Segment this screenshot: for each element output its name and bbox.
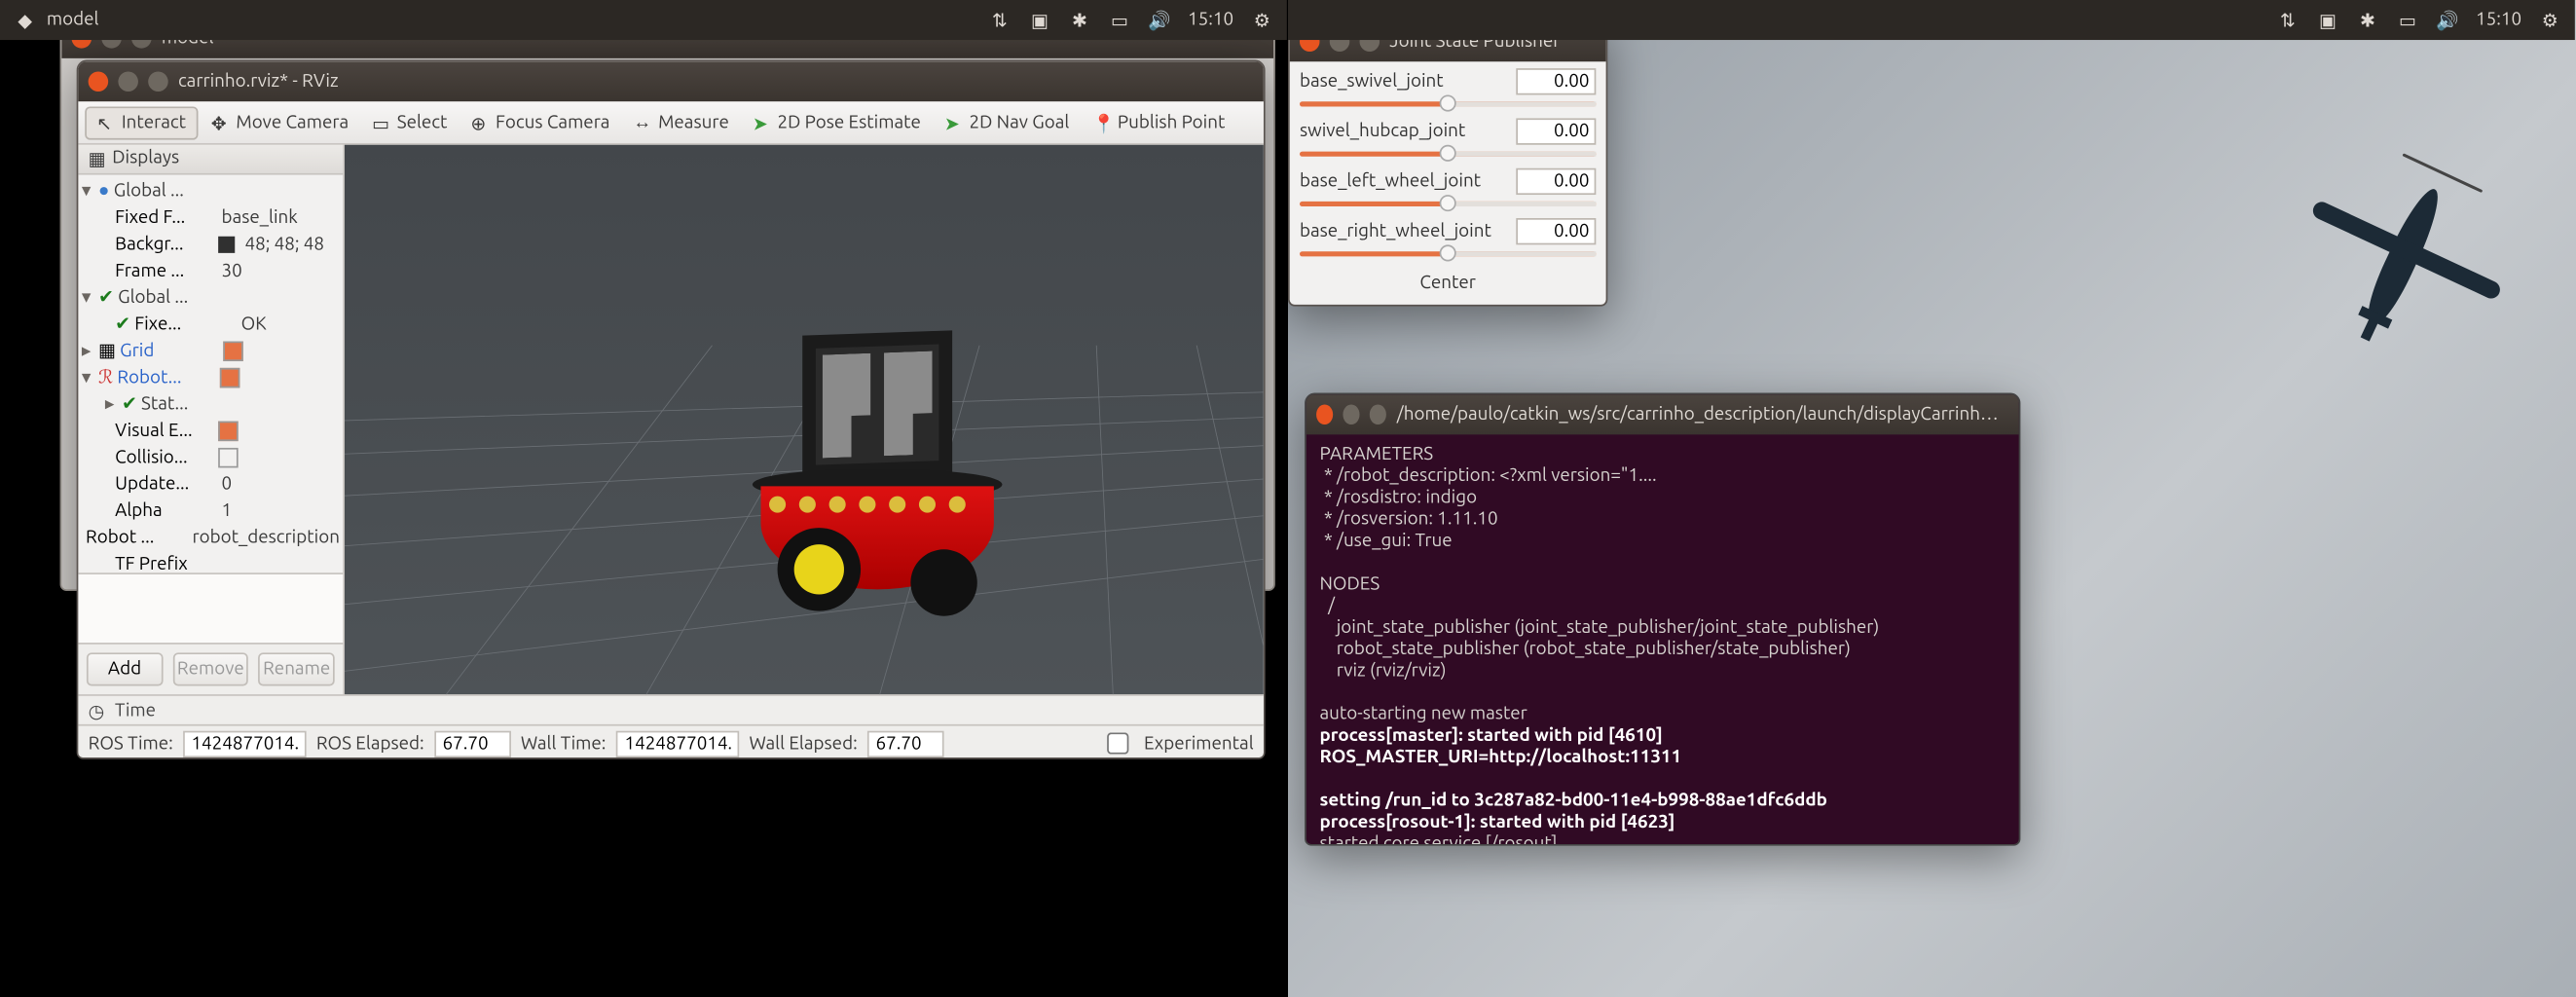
clock-icon: ◷ xyxy=(89,700,109,720)
wall-time-field[interactable] xyxy=(616,730,740,757)
network-icon[interactable]: ⇅ xyxy=(988,9,1012,32)
joint-row: swivel_hubcap_joint xyxy=(1300,118,1596,161)
volume-icon[interactable]: 🔊 xyxy=(1148,9,1171,32)
wall-time-label: Wall Time: xyxy=(521,733,607,754)
wall-elapsed-field[interactable] xyxy=(867,730,944,757)
battery-icon[interactable]: ▭ xyxy=(1108,9,1131,32)
joint-value-field[interactable] xyxy=(1516,68,1596,94)
measure-button[interactable]: ↔Measure xyxy=(623,107,739,137)
robot-checkbox[interactable] xyxy=(220,368,240,388)
clock[interactable]: 15:10 xyxy=(2476,10,2521,30)
publish-point-button[interactable]: 📍Publish Point xyxy=(1083,107,1235,137)
terminal-output[interactable]: PARAMETERS * /robot_description: <?xml v… xyxy=(1306,434,2019,845)
joint-name: base_swivel_joint xyxy=(1300,72,1444,92)
time-panel-header[interactable]: ◷Time xyxy=(78,694,1264,724)
add-display-button[interactable]: Add xyxy=(87,652,163,685)
pin-icon: 📍 xyxy=(1092,112,1113,132)
ruler-icon: ↔ xyxy=(633,112,653,132)
robot-model xyxy=(744,303,1011,636)
joint-value-field[interactable] xyxy=(1516,168,1596,195)
joint-name: base_right_wheel_joint xyxy=(1300,221,1491,241)
arrow-icon: ➤ xyxy=(944,112,965,132)
check-icon: ✔ xyxy=(98,286,114,310)
terminal-title: /home/paulo/catkin_ws/src/carrinho_descr… xyxy=(1397,405,2009,425)
rviz-toolbar: ↖Interact ✥Move Camera ▭Select ⊕Focus Ca… xyxy=(78,101,1264,144)
joint-slider[interactable] xyxy=(1300,94,1596,111)
joint-row: base_swivel_joint xyxy=(1300,68,1596,111)
cursor-icon: ↖ xyxy=(96,112,117,132)
minimize-icon[interactable] xyxy=(118,72,138,92)
battery-icon[interactable]: ▭ xyxy=(2396,9,2419,32)
move-camera-button[interactable]: ✥Move Camera xyxy=(201,107,358,137)
minimize-icon[interactable] xyxy=(1343,405,1360,425)
ros-elapsed-label: ROS Elapsed: xyxy=(316,733,424,754)
plus-icon: ＋ xyxy=(1262,112,1266,132)
system-tray[interactable]: ⇅ ▣ ✱ ▭ 🔊 15:10 ⚙ xyxy=(988,9,1273,32)
joint-slider[interactable] xyxy=(1300,145,1596,162)
joint-slider[interactable] xyxy=(1300,244,1596,261)
displays-panel: ▦Displays ▾● Global ... Fixed F...base_l… xyxy=(78,145,345,694)
interact-button[interactable]: ↖Interact xyxy=(85,106,198,139)
keyboard-icon[interactable]: ▣ xyxy=(2316,9,2339,32)
displays-header[interactable]: ▦Displays xyxy=(78,145,343,175)
maximize-icon[interactable] xyxy=(148,72,168,92)
joint-slider[interactable] xyxy=(1300,195,1596,211)
right-menubar: ⇅ ▣ ✱ ▭ 🔊 15:10 ⚙ xyxy=(1288,0,2575,40)
ros-time-field[interactable] xyxy=(183,730,307,757)
close-icon[interactable] xyxy=(89,72,109,92)
visual-checkbox[interactable] xyxy=(218,422,239,442)
joint-name: base_left_wheel_joint xyxy=(1300,171,1481,192)
nav-goal-button[interactable]: ➤2D Nav Goal xyxy=(935,107,1080,137)
joint-value-field[interactable] xyxy=(1516,118,1596,144)
arrow-icon: ➤ xyxy=(753,112,773,132)
pose-estimate-button[interactable]: ➤2D Pose Estimate xyxy=(743,107,932,137)
network-icon[interactable]: ⇅ xyxy=(2276,9,2300,32)
close-icon[interactable] xyxy=(1316,405,1333,425)
experimental-checkbox[interactable] xyxy=(1107,732,1128,754)
ros-elapsed-field[interactable] xyxy=(434,730,511,757)
focus-camera-button[interactable]: ⊕Focus Camera xyxy=(460,107,620,137)
collision-checkbox[interactable] xyxy=(218,448,239,468)
joint-state-publisher-window: Joint State Publisher base_swivel_joints… xyxy=(1288,20,1607,307)
keyboard-icon[interactable]: ▣ xyxy=(1028,9,1051,32)
clock[interactable]: 15:10 xyxy=(1188,10,1233,30)
volume-icon[interactable]: 🔊 xyxy=(2436,9,2459,32)
joint-value-field[interactable] xyxy=(1516,218,1596,244)
rviz-statusbar: ROS Time: ROS Elapsed: Wall Time: Wall E… xyxy=(78,724,1264,759)
target-icon: ⊕ xyxy=(470,112,491,132)
rename-display-button[interactable]: Rename xyxy=(259,652,335,685)
wall-elapsed-label: Wall Elapsed: xyxy=(749,733,857,754)
center-button[interactable]: Center xyxy=(1300,268,1596,294)
add-tool-button[interactable]: ＋ xyxy=(1252,107,1266,137)
displays-tree[interactable]: ▾● Global ... Fixed F...base_link Backgr… xyxy=(78,175,343,573)
select-icon: ▭ xyxy=(372,112,392,132)
remove-display-button[interactable]: Remove xyxy=(172,652,248,685)
robot-icon: ℛ xyxy=(98,366,113,389)
rviz-window: carrinho.rviz* - RViz ↖Interact ✥Move Ca… xyxy=(77,60,1266,759)
rviz-3d-viewport[interactable] xyxy=(345,145,1264,694)
gear-icon[interactable]: ⚙ xyxy=(2538,9,2561,32)
joint-name: swivel_hubcap_joint xyxy=(1300,122,1465,142)
system-tray[interactable]: ⇅ ▣ ✱ ▭ 🔊 15:10 ⚙ xyxy=(2276,9,2561,32)
window-title-menubar: model xyxy=(47,10,99,30)
gear-icon[interactable]: ⚙ xyxy=(1250,9,1273,32)
rviz-title: carrinho.rviz* - RViz xyxy=(178,72,339,92)
bluetooth-icon[interactable]: ✱ xyxy=(1068,9,1091,32)
ubuntu-icon: ◆ xyxy=(14,9,37,32)
bluetooth-icon[interactable]: ✱ xyxy=(2356,9,2379,32)
terminal-window: /home/paulo/catkin_ws/src/carrinho_descr… xyxy=(1305,393,2020,846)
check-icon: ✔ xyxy=(122,393,137,417)
check-icon: ✔ xyxy=(115,313,130,336)
joint-row: base_right_wheel_joint xyxy=(1300,218,1596,261)
grid-checkbox[interactable] xyxy=(223,342,243,362)
experimental-label: Experimental xyxy=(1144,733,1254,754)
grid-icon: ▦ xyxy=(98,340,116,363)
globe-icon: ● xyxy=(98,180,109,203)
select-button[interactable]: ▭Select xyxy=(362,107,458,137)
ros-time-label: ROS Time: xyxy=(89,733,173,754)
move-icon: ✥ xyxy=(211,112,232,132)
left-menubar: ◆ model ⇅ ▣ ✱ ▭ 🔊 15:10 ⚙ xyxy=(0,0,1287,40)
joint-row: base_left_wheel_joint xyxy=(1300,168,1596,211)
maximize-icon[interactable] xyxy=(1370,405,1386,425)
